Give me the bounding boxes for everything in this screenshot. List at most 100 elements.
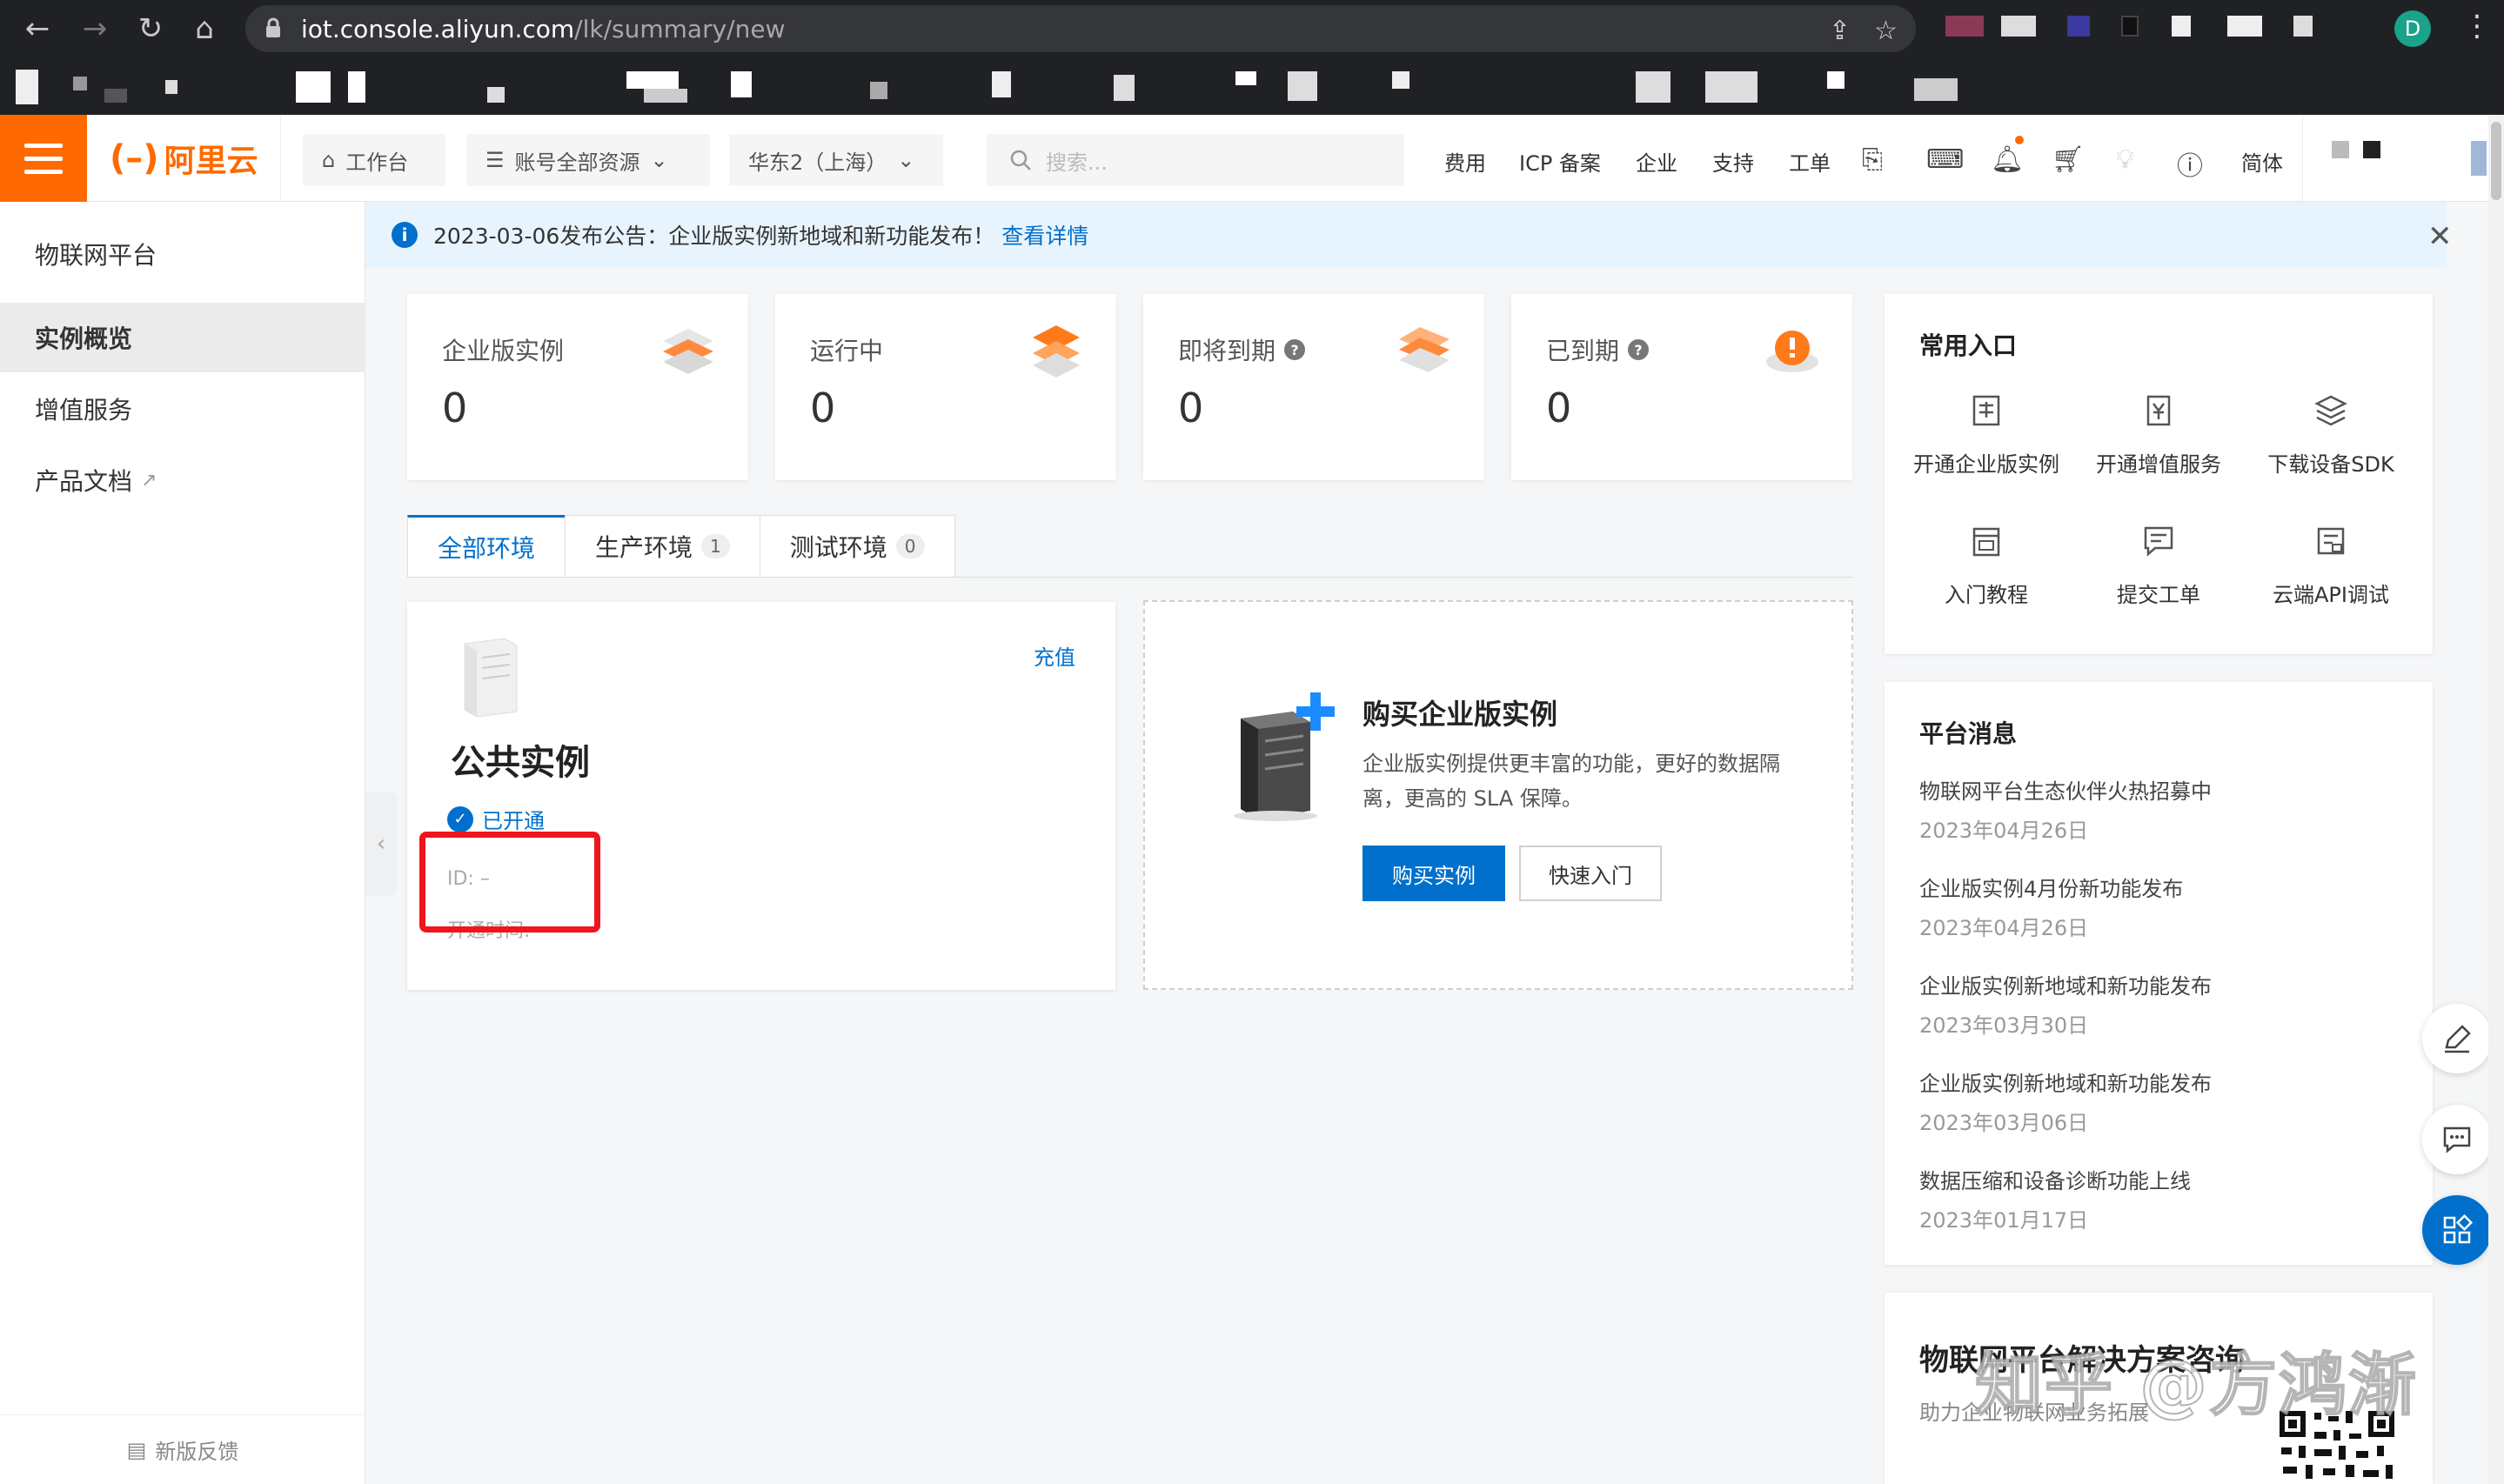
page-scrollbar[interactable] bbox=[2488, 115, 2504, 1484]
entry-submit-ticket[interactable]: 提交工单 bbox=[2076, 520, 2241, 616]
bell-icon[interactable]: 🔔︎ bbox=[1991, 144, 2024, 175]
nav-link-icp[interactable]: ICP 备案 bbox=[1519, 146, 1601, 177]
help-icon[interactable]: ? bbox=[1628, 339, 1650, 360]
message-date: 2023年04月26日 bbox=[1919, 916, 2089, 940]
entry-open-enterprise[interactable]: 开通企业版实例 bbox=[1904, 390, 2069, 485]
menu-hamburger-icon[interactable] bbox=[0, 115, 87, 202]
extension-icon[interactable] bbox=[1945, 16, 1984, 37]
search-icon bbox=[1010, 150, 1031, 170]
list-icon: ☰ bbox=[485, 148, 505, 172]
feedback-icon: ▤ bbox=[126, 1437, 147, 1462]
sidebar-item-label: 实例概览 bbox=[35, 324, 133, 353]
language-switch[interactable]: 简体 bbox=[2241, 146, 2283, 177]
profile-avatar[interactable]: D bbox=[2394, 10, 2431, 47]
share-icon[interactable]: ⇪ bbox=[1829, 16, 1851, 46]
logo-text: 阿里云 bbox=[164, 144, 258, 179]
sidebar-item-overview[interactable]: 实例概览 bbox=[0, 303, 365, 372]
workbench-button[interactable]: ⌂ 工作台 bbox=[303, 134, 445, 186]
nav-link-support[interactable]: 支持 bbox=[1712, 146, 1754, 177]
nav-link-enterprise[interactable]: 企业 bbox=[1636, 146, 1677, 177]
edit-float-button[interactable] bbox=[2422, 1004, 2492, 1073]
entry-value-added[interactable]: 开通增值服务 bbox=[2076, 390, 2241, 485]
nav-link-fees[interactable]: 费用 bbox=[1444, 146, 1486, 177]
sidebar-collapse-handle[interactable]: ‹ bbox=[365, 792, 397, 896]
home-icon[interactable]: ⌂ bbox=[183, 7, 226, 50]
search-placeholder: 搜索... bbox=[1046, 150, 1108, 175]
extension-icon[interactable] bbox=[2172, 16, 2191, 37]
chat-icon bbox=[2443, 1126, 2471, 1153]
chat-float-button[interactable] bbox=[2422, 1105, 2492, 1174]
tab-production[interactable]: 生产环境 1 bbox=[565, 515, 760, 578]
search-input[interactable]: 搜索... bbox=[987, 134, 1404, 186]
entry-download-sdk[interactable]: 下载设备SDK bbox=[2248, 390, 2414, 485]
sidebar-item-label: 产品文档 bbox=[35, 467, 133, 496]
nav-link-ticket[interactable]: 工单 bbox=[1789, 146, 1831, 177]
apps-float-button[interactable] bbox=[2422, 1195, 2492, 1265]
app-icon[interactable]: ⎘ bbox=[1862, 144, 1883, 175]
address-bar[interactable]: iot.console.aliyun.com/lk/summary/new ⇪ … bbox=[245, 5, 1916, 52]
feedback-button[interactable]: ▤ 新版反馈 bbox=[0, 1414, 365, 1484]
extension-icon[interactable] bbox=[2121, 16, 2139, 37]
stat-card-expired: 已到期? 0 bbox=[1511, 294, 1852, 480]
announcement-banner: i 2023-03-06发布公告：企业版实例新地域和新功能发布！ 查看详情 bbox=[365, 202, 2447, 268]
tab-count-badge: 0 bbox=[895, 534, 925, 558]
workbench-label: 工作台 bbox=[345, 150, 409, 175]
tab-testing[interactable]: 测试环境 0 bbox=[759, 515, 955, 578]
aliyun-logo-mark: (–) bbox=[110, 138, 159, 178]
server-plus-icon bbox=[1234, 692, 1335, 821]
message-title: 企业版实例4月份新功能发布 bbox=[1919, 877, 2184, 901]
announcement-text: 2023-03-06发布公告：企业版实例新地域和新功能发布！ bbox=[433, 224, 995, 249]
lock-icon bbox=[266, 17, 280, 37]
extension-icon[interactable] bbox=[2001, 16, 2036, 37]
reload-icon[interactable]: ↻ bbox=[129, 7, 172, 50]
forward-icon[interactable]: → bbox=[73, 7, 117, 50]
region-selector[interactable]: 华东2（上海） ⌄ bbox=[729, 134, 943, 186]
sidebar-item-value-added[interactable]: 增值服务 bbox=[0, 374, 365, 444]
message-title: 物联网平台生态伙伴火热招募中 bbox=[1919, 779, 2212, 804]
api-icon bbox=[2310, 520, 2352, 562]
stat-value: 0 bbox=[810, 384, 836, 431]
message-item[interactable]: 企业版实例4月份新功能发布 2023年04月26日 bbox=[1919, 872, 2183, 941]
message-item[interactable]: 物联网平台生态伙伴火热招募中 2023年04月26日 bbox=[1919, 774, 2212, 844]
buy-card-description: 企业版实例提供更丰富的功能，更好的数据隔离，更高的 SLA 保障。 bbox=[1362, 752, 1780, 811]
sidebar: 物联网平台 实例概览 增值服务 产品文档 ↗ ▤ 新版反馈 bbox=[0, 202, 365, 1484]
tab-label: 生产环境 bbox=[595, 533, 693, 562]
bookmark-star-icon[interactable]: ☆ bbox=[1874, 16, 1898, 46]
cart-icon[interactable]: 🛒︎ bbox=[2052, 144, 2085, 175]
entry-label: 入门教程 bbox=[1945, 583, 2028, 607]
message-item[interactable]: 企业版实例新地域和新功能发布 2023年03月30日 bbox=[1919, 969, 2212, 1039]
extension-icon[interactable] bbox=[2067, 16, 2090, 37]
aliyun-logo[interactable]: (–) 阿里云 bbox=[110, 137, 258, 179]
scrollbar-thumb[interactable] bbox=[2491, 122, 2501, 200]
message-item[interactable]: 数据压缩和设备诊断功能上线 2023年01月17日 bbox=[1919, 1164, 2191, 1233]
entry-tutorial[interactable]: 入门教程 bbox=[1904, 520, 2069, 616]
red-highlight-annotation bbox=[419, 832, 600, 933]
extension-icon[interactable] bbox=[2227, 16, 2262, 37]
entry-label: 云端API调试 bbox=[2273, 583, 2389, 607]
apps-grid-icon bbox=[2443, 1214, 2473, 1244]
entry-label: 开通企业版实例 bbox=[1913, 452, 2059, 477]
recharge-link[interactable]: 充值 bbox=[1034, 640, 1075, 671]
buy-instance-button[interactable]: 购买实例 bbox=[1362, 846, 1505, 901]
lightbulb-icon[interactable]: 💡︎ bbox=[2116, 144, 2134, 175]
resource-selector[interactable]: ☰ 账号全部资源 ⌄ bbox=[466, 134, 710, 186]
back-icon[interactable]: ← bbox=[16, 7, 59, 50]
message-item[interactable]: 企业版实例新地域和新功能发布 2023年03月06日 bbox=[1919, 1066, 2212, 1136]
announcement-link[interactable]: 查看详情 bbox=[1001, 224, 1088, 249]
help-icon[interactable]: ⓘ bbox=[2177, 144, 2203, 183]
browser-toolbar: ← → ↻ ⌂ iot.console.aliyun.com/lk/summar… bbox=[0, 0, 2504, 57]
terminal-icon[interactable]: ⌨ bbox=[1926, 144, 1964, 175]
close-icon[interactable]: ✕ bbox=[2427, 219, 2453, 254]
help-icon[interactable]: ? bbox=[1284, 339, 1306, 360]
extension-icon[interactable] bbox=[2293, 16, 2313, 37]
tab-label: 测试环境 bbox=[789, 533, 887, 562]
tab-all[interactable]: 全部环境 bbox=[407, 515, 566, 578]
server-icon bbox=[464, 638, 518, 718]
quick-start-button[interactable]: 快速入门 bbox=[1519, 846, 1662, 901]
tab-label: 全部环境 bbox=[438, 534, 536, 563]
browser-menu-icon[interactable]: ⋮ bbox=[2462, 9, 2492, 43]
sidebar-item-docs[interactable]: 产品文档 ↗ bbox=[0, 445, 365, 515]
entry-api-debug[interactable]: 云端API调试 bbox=[2248, 520, 2414, 616]
user-avatar[interactable] bbox=[2332, 141, 2349, 158]
buy-enterprise-card: 购买企业版实例 企业版实例提供更丰富的功能，更好的数据隔离，更高的 SLA 保障… bbox=[1143, 600, 1853, 990]
